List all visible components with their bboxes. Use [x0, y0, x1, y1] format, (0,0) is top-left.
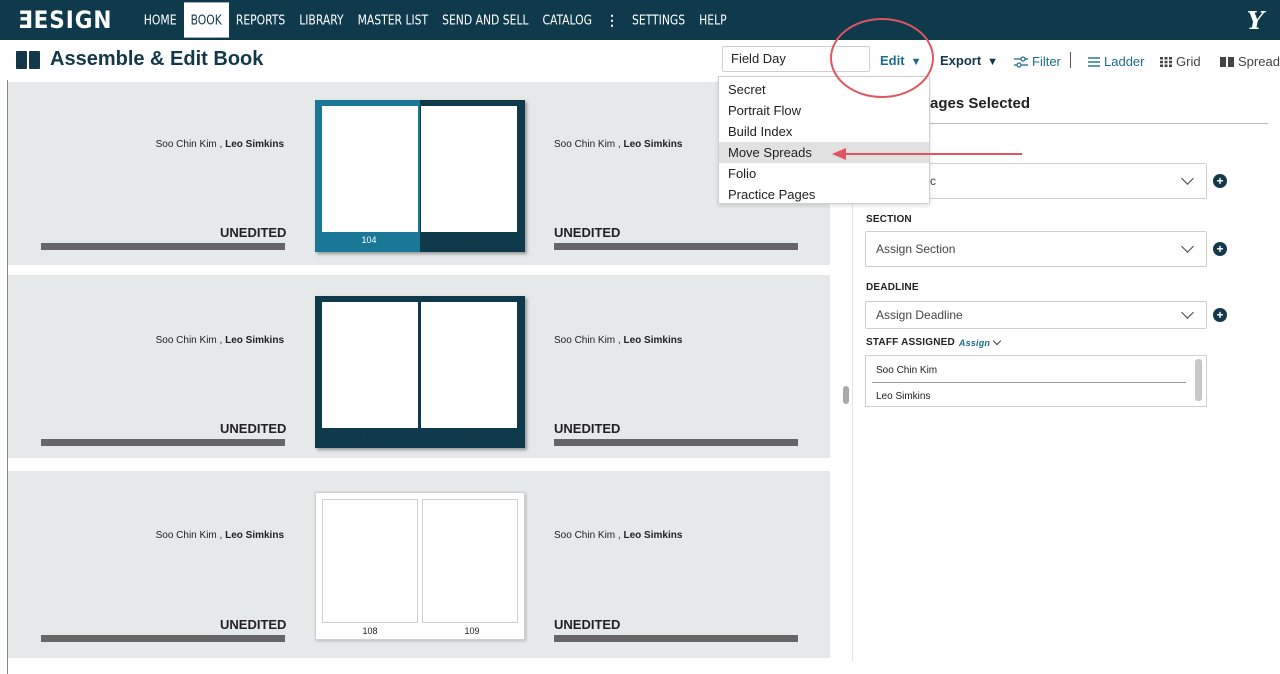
- page-number-right: 105: [463, 235, 479, 245]
- add-deadline-button[interactable]: +: [1213, 308, 1227, 322]
- staff-scrollbar[interactable]: [1195, 359, 1202, 401]
- right-progress-bar: [554, 439, 798, 446]
- export-menu-button[interactable]: Export ▼: [940, 53, 998, 68]
- nav-reports[interactable]: REPORTS: [229, 0, 292, 42]
- grid-label: Grid: [1176, 54, 1201, 69]
- nav-settings[interactable]: SETTINGS: [625, 0, 692, 42]
- page-left[interactable]: [322, 302, 418, 428]
- right-status: UNEDITED: [554, 421, 621, 436]
- page-number-left: 104: [361, 235, 377, 245]
- menu-item-practice-pages[interactable]: Practice Pages: [719, 184, 929, 205]
- page-left[interactable]: [322, 499, 418, 623]
- annotation-circle: [830, 18, 934, 98]
- staff-item[interactable]: Leo Simkins: [876, 391, 930, 402]
- left-staff: Soo Chin Kim , Leo Simkins: [155, 530, 284, 541]
- nav-book[interactable]: BOOK: [183, 2, 229, 38]
- vertical-dots-icon[interactable]: ⋮: [599, 12, 625, 29]
- book-icon: [16, 50, 40, 69]
- chevron-down-icon: [1181, 240, 1194, 253]
- nav-help[interactable]: HELP: [692, 0, 733, 42]
- export-label: Export: [940, 53, 982, 68]
- filter-button[interactable]: Filter: [1014, 54, 1061, 69]
- nav-home[interactable]: HOME: [137, 0, 184, 42]
- nav-catalog[interactable]: CATALOG: [536, 0, 599, 42]
- staff-assigned-label: STAFF ASSIGNED Assign: [866, 336, 1002, 348]
- staff-divider: [872, 382, 1186, 383]
- page-right[interactable]: [421, 106, 517, 232]
- assign-link[interactable]: Assign: [959, 338, 990, 348]
- left-status: UNEDITED: [220, 421, 287, 436]
- page-number-left: 108: [362, 626, 378, 636]
- deadline-select[interactable]: Assign Deadline: [865, 301, 1207, 329]
- page-number-left: 106: [361, 431, 377, 441]
- filter-icon: [1014, 55, 1028, 68]
- grid-icon: [1160, 56, 1172, 67]
- panel-title: ages Selected: [930, 95, 1031, 112]
- left-staff: Soo Chin Kim , Leo Simkins: [155, 335, 284, 346]
- top-nav: ƎESIGN HOME BOOK REPORTS LIBRARY MASTER …: [0, 0, 1280, 40]
- page-title: Assemble & Edit Book: [16, 48, 263, 71]
- staff-item[interactable]: Soo Chin Kim: [876, 365, 937, 376]
- page-title-text: Assemble & Edit Book: [50, 48, 264, 70]
- staff-assigned-text: STAFF ASSIGNED: [866, 337, 955, 348]
- right-status: UNEDITED: [554, 225, 621, 240]
- spread-thumbnail[interactable]: 106 107: [315, 296, 525, 448]
- nav-master-list[interactable]: MASTER LIST: [351, 0, 436, 42]
- design-logo[interactable]: ƎESIGN: [18, 6, 112, 34]
- menu-item-portrait-flow[interactable]: Portrait Flow: [719, 100, 929, 121]
- view-spread-button[interactable]: Spread: [1220, 54, 1280, 69]
- spread-thumbnail[interactable]: 104 105: [315, 100, 525, 252]
- page-right[interactable]: [422, 499, 518, 623]
- spread-thumbnail[interactable]: 108 109: [315, 492, 525, 640]
- spread-list: Soo Chin Kim , Leo Simkins UNEDITED 104 …: [8, 82, 830, 672]
- ladder-label: Ladder: [1104, 54, 1145, 69]
- page-left[interactable]: [322, 106, 418, 232]
- menu-item-folio[interactable]: Folio: [719, 163, 929, 184]
- brand-mark-icon[interactable]: Y: [1247, 6, 1264, 35]
- page-number-right: 109: [464, 626, 480, 636]
- pane-resize-handle[interactable]: [843, 386, 849, 404]
- spread-book-icon: [1220, 56, 1234, 67]
- right-staff: Soo Chin Kim , Leo Simkins: [554, 335, 683, 346]
- view-grid-button[interactable]: Grid: [1160, 54, 1201, 69]
- toolbar-separator: [1070, 52, 1071, 68]
- left-progress-bar: [41, 243, 285, 250]
- chevron-down-icon: [1181, 306, 1194, 319]
- add-section-button[interactable]: +: [1213, 242, 1227, 256]
- left-progress-bar: [41, 635, 285, 642]
- spread-row[interactable]: Soo Chin Kim , Leo Simkins UNEDITED 106 …: [8, 275, 830, 458]
- ladder-icon: [1088, 56, 1100, 67]
- filter-label: Filter: [1032, 54, 1061, 69]
- right-progress-bar: [554, 635, 798, 642]
- left-progress-bar: [41, 439, 285, 446]
- left-staff: Soo Chin Kim , Leo Simkins: [155, 139, 284, 150]
- section-value: Assign Section: [876, 242, 956, 256]
- chevron-down-icon: [1181, 172, 1194, 185]
- section-label: SECTION: [866, 214, 912, 225]
- annotation-arrow-icon: [832, 148, 1022, 160]
- nav-library[interactable]: LIBRARY: [292, 0, 350, 42]
- topic-value: c: [930, 174, 936, 188]
- right-progress-bar: [554, 243, 798, 250]
- page-number-right: 107: [463, 431, 479, 441]
- left-status: UNEDITED: [220, 225, 287, 240]
- chevron-down-icon[interactable]: [992, 336, 1002, 346]
- nav-send-and-sell[interactable]: SEND AND SELL: [435, 0, 535, 42]
- menu-item-build-index[interactable]: Build Index: [719, 121, 929, 142]
- section-select[interactable]: Assign Section: [865, 231, 1207, 267]
- left-status: UNEDITED: [220, 617, 287, 632]
- view-ladder-button[interactable]: Ladder: [1088, 54, 1144, 69]
- spread-row[interactable]: Soo Chin Kim , Leo Simkins UNEDITED 104 …: [8, 82, 830, 265]
- add-topic-button[interactable]: +: [1213, 174, 1227, 188]
- deadline-label: DEADLINE: [866, 282, 919, 293]
- spread-label: Spread: [1238, 54, 1280, 69]
- staff-list: Soo Chin Kim Leo Simkins: [865, 355, 1207, 407]
- right-staff: Soo Chin Kim , Leo Simkins: [554, 530, 683, 541]
- page-right[interactable]: [421, 302, 517, 428]
- right-staff: Soo Chin Kim , Leo Simkins: [554, 139, 683, 150]
- chevron-down-icon: ▼: [987, 56, 999, 68]
- right-status: UNEDITED: [554, 617, 621, 632]
- spread-row[interactable]: Soo Chin Kim , Leo Simkins UNEDITED 108 …: [8, 471, 830, 658]
- deadline-value: Assign Deadline: [876, 308, 963, 322]
